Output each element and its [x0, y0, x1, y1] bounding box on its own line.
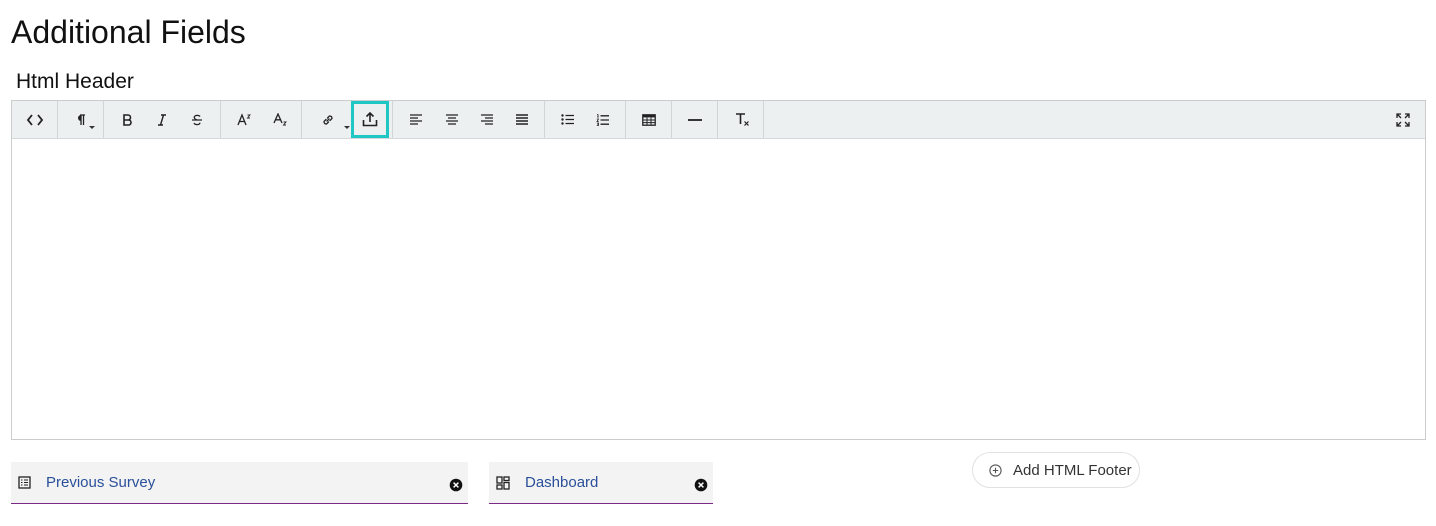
chip-dashboard[interactable]: Dashboard	[489, 462, 713, 504]
list-icon	[18, 476, 31, 489]
bulleted-list-icon	[560, 114, 574, 125]
bold-icon	[122, 113, 132, 126]
upload-button[interactable]	[351, 101, 389, 138]
horizontal-line-button[interactable]	[677, 101, 712, 138]
rich-text-editor	[11, 100, 1426, 440]
italic-icon	[157, 113, 166, 126]
align-justify-icon	[515, 114, 528, 125]
upload-icon	[362, 112, 378, 127]
dashboard-icon	[496, 476, 510, 490]
toolbar-separator	[103, 101, 104, 138]
chevron-down-icon	[344, 126, 350, 129]
toolbar-separator	[220, 101, 221, 138]
editor-toolbar	[12, 101, 1425, 139]
add-html-footer-button[interactable]: Add HTML Footer	[972, 452, 1140, 488]
toolbar-separator	[301, 101, 302, 138]
align-center-icon	[445, 114, 458, 125]
add-html-footer-label: Add HTML Footer	[1013, 462, 1132, 479]
close-icon[interactable]	[694, 478, 708, 492]
chip-label: Previous Survey	[46, 474, 156, 491]
align-left-icon	[409, 114, 422, 125]
strikethrough-button[interactable]	[179, 101, 214, 138]
numbered-list-button[interactable]	[585, 101, 620, 138]
chevron-down-icon	[89, 126, 95, 129]
align-center-button[interactable]	[434, 101, 469, 138]
numbered-list-icon	[595, 113, 609, 126]
align-right-button[interactable]	[469, 101, 504, 138]
insert-link-button[interactable]	[308, 101, 350, 138]
chip-previous-survey[interactable]: Previous Survey	[11, 462, 468, 504]
toolbar-separator	[671, 101, 672, 138]
fullscreen-button[interactable]	[1385, 101, 1420, 138]
subscript-icon	[272, 113, 287, 126]
strikethrough-icon	[191, 114, 202, 125]
horizontal-line-icon	[687, 118, 702, 121]
clear-formatting-button[interactable]	[723, 101, 761, 138]
insert-table-button[interactable]	[631, 101, 666, 138]
code-view-button[interactable]	[12, 101, 57, 138]
toolbar-separator	[717, 101, 718, 138]
code-icon	[26, 113, 43, 126]
paragraph-format-button[interactable]	[58, 101, 103, 138]
section-label-html-header: Html Header	[16, 70, 134, 93]
toolbar-separator	[544, 101, 545, 138]
table-icon	[641, 113, 656, 126]
italic-button[interactable]	[144, 101, 179, 138]
toolbar-separator	[392, 101, 393, 138]
chip-label: Dashboard	[525, 474, 599, 491]
superscript-icon	[236, 113, 251, 126]
plus-circle-icon	[989, 464, 1002, 477]
subscript-button[interactable]	[262, 101, 297, 138]
bulleted-list-button[interactable]	[550, 101, 585, 138]
clear-format-icon	[735, 112, 749, 126]
superscript-button[interactable]	[226, 101, 261, 138]
paragraph-icon	[77, 113, 85, 125]
toolbar-separator	[763, 101, 764, 138]
close-icon[interactable]	[449, 478, 463, 492]
link-icon	[323, 114, 333, 125]
editor-content-area[interactable]	[12, 139, 1425, 439]
bold-button[interactable]	[109, 101, 144, 138]
align-right-icon	[480, 114, 493, 125]
fullscreen-icon	[1395, 112, 1410, 127]
page-title: Additional Fields	[11, 14, 246, 50]
toolbar-separator	[625, 101, 626, 138]
align-left-button[interactable]	[398, 101, 433, 138]
align-justify-button[interactable]	[504, 101, 539, 138]
